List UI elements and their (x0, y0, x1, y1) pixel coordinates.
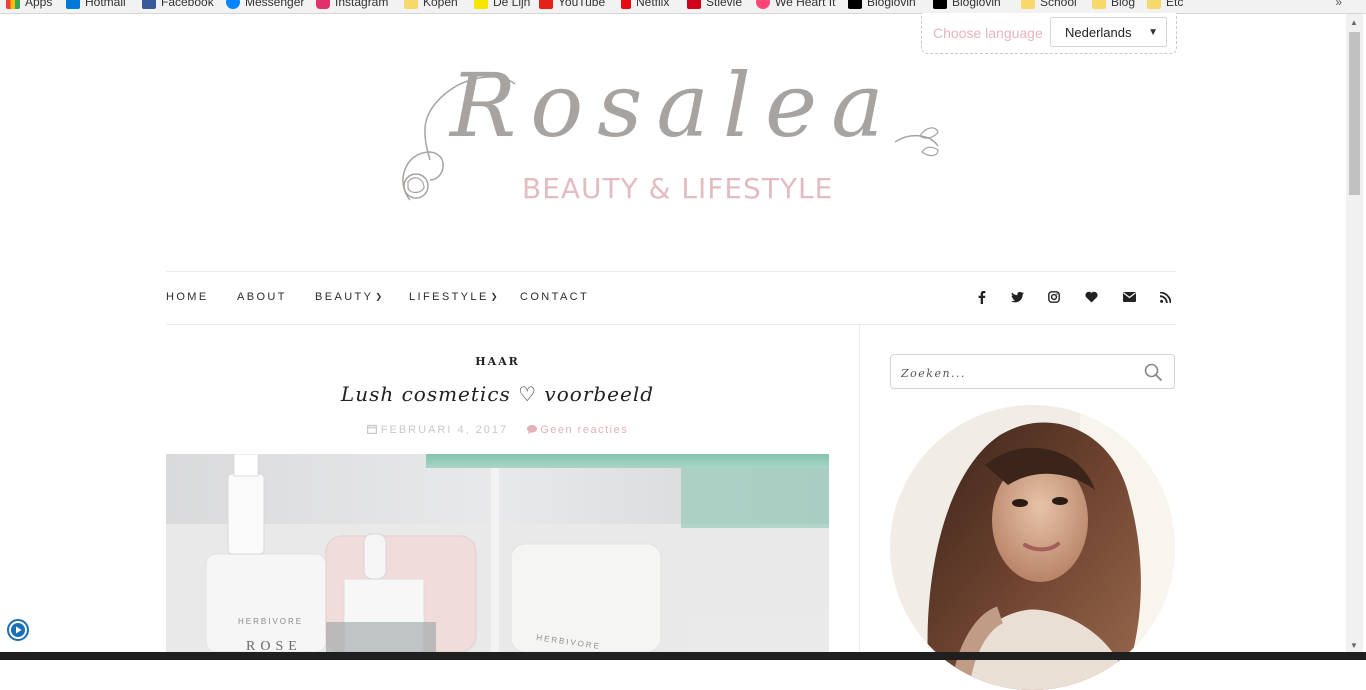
bookmark-bloglovin-2[interactable]: Bloglovin (933, 0, 1001, 9)
bookmark-instagram[interactable]: Instagram (316, 0, 388, 9)
stievie-icon (687, 0, 701, 9)
site-logo[interactable]: Rosalea BEAUTY & LIFESTYLE (390, 54, 950, 212)
author-portrait (890, 405, 1175, 690)
post-meta: FEBRUARI 4, 2017 Geen reacties (166, 424, 829, 436)
netflix-icon (621, 0, 631, 9)
bookmarks-bar: Apps Hotmail Facebook Messenger Instagra… (0, 0, 1366, 14)
nav-item-lifestyle[interactable]: LIFESTYLE ❯ (409, 291, 500, 303)
bookmark-etc[interactable]: Etc (1147, 0, 1183, 9)
folder-icon (1021, 0, 1035, 9)
post-title[interactable]: Lush cosmetics ♡ voorbeeld (166, 382, 829, 406)
bookmark-apps[interactable]: Apps (6, 0, 52, 9)
post-category-link[interactable]: HAAR (166, 355, 829, 368)
post-date: FEBRUARI 4, 2017 (366, 424, 513, 436)
chevron-down-icon: ❯ (490, 292, 500, 301)
folder-icon (1147, 0, 1161, 9)
scroll-down-arrow-icon[interactable]: ▼ (1350, 641, 1358, 650)
play-circle-icon (7, 619, 29, 641)
apps-grid-icon (6, 0, 20, 9)
logo-script-text: Rosalea (450, 54, 898, 157)
instagram-icon[interactable] (1046, 289, 1062, 305)
bookmark-netflix[interactable]: Netflix (621, 0, 669, 9)
bloglovin-icon (848, 0, 862, 9)
post-comments-link[interactable]: Geen reacties (527, 424, 628, 436)
language-widget: Choose language Nederlands ▼ (921, 13, 1177, 54)
hotmail-icon (66, 0, 80, 9)
folder-icon (1092, 0, 1106, 9)
herbivore-label: HERBIVORE (238, 617, 303, 626)
messenger-icon (226, 0, 240, 9)
instagram-icon (316, 0, 330, 9)
os-taskbar (0, 652, 1366, 660)
cosmetics-photo: HERBIVORE ROSE HERBIVORE (166, 454, 829, 652)
nav-item-beauty[interactable]: BEAUTY ❯ (315, 291, 385, 303)
nav-item-contact[interactable]: CONTACT (520, 291, 589, 303)
bookmarks-more-button[interactable]: » (1335, 0, 1342, 9)
delijn-icon (474, 0, 488, 9)
language-label: Choose language (933, 25, 1043, 41)
bookmark-hotmail[interactable]: Hotmail (66, 0, 126, 9)
scrollbar-thumb[interactable] (1349, 32, 1360, 195)
rss-icon[interactable] (1157, 289, 1173, 305)
content-sidebar-divider (859, 324, 860, 660)
logo-tagline: BEAUTY & LIFESTYLE (522, 172, 834, 205)
chevron-down-icon: ❯ (375, 292, 385, 301)
bookmark-kopen[interactable]: Kopen (404, 0, 458, 9)
twitter-icon[interactable] (1009, 289, 1025, 305)
search-icon[interactable] (1144, 363, 1162, 381)
accessibility-play-button[interactable] (7, 619, 29, 641)
scroll-up-arrow-icon[interactable]: ▲ (1350, 18, 1358, 27)
main-navigation: HOME ABOUT BEAUTY ❯ LIFESTYLE ❯ CONTACT (166, 271, 1176, 325)
bookmark-bloglovin[interactable]: Bloglovin (848, 0, 916, 9)
heart-icon[interactable] (1083, 289, 1099, 305)
nav-item-home[interactable]: HOME (166, 291, 209, 303)
bookmark-delijn[interactable]: De Lijn (474, 0, 530, 9)
vertical-scrollbar[interactable]: ▲ ▼ (1346, 14, 1363, 654)
bookmark-school[interactable]: School (1021, 0, 1077, 9)
facebook-icon (142, 0, 156, 9)
bookmark-facebook[interactable]: Facebook (142, 0, 214, 9)
dropdown-arrow-icon: ▼ (1148, 27, 1158, 38)
bookmark-blog[interactable]: Blog (1092, 0, 1135, 9)
bookmark-stievie[interactable]: Stievie (687, 0, 742, 9)
rose-label: ROSE (246, 639, 302, 652)
search-box (890, 354, 1175, 389)
bookmark-weheartit[interactable]: We Heart It (756, 0, 835, 9)
search-input[interactable] (899, 361, 1133, 385)
calendar-icon (366, 424, 377, 435)
weheartit-icon (756, 0, 770, 9)
author-avatar[interactable] (890, 405, 1175, 690)
bookmark-youtube[interactable]: YouTube (539, 0, 605, 9)
folder-icon (404, 0, 418, 9)
post-featured-image[interactable]: HERBIVORE ROSE HERBIVORE (166, 454, 829, 652)
nav-item-about[interactable]: ABOUT (237, 291, 287, 303)
bookmark-messenger[interactable]: Messenger (226, 0, 304, 9)
youtube-icon (539, 0, 553, 9)
email-icon[interactable] (1121, 289, 1137, 305)
language-select[interactable]: Nederlands ▼ (1050, 17, 1167, 47)
bloglovin-icon (933, 0, 947, 9)
facebook-icon[interactable] (974, 289, 990, 305)
comment-icon (527, 425, 538, 434)
